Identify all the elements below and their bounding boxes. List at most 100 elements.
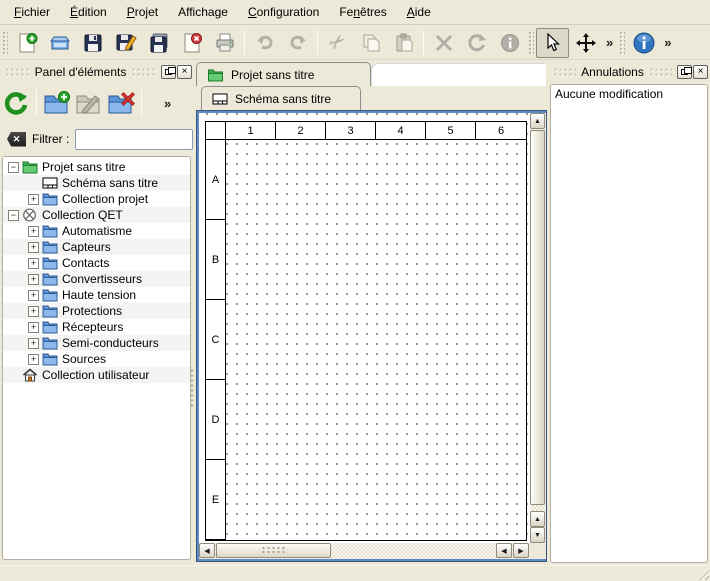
menu-affichage[interactable]: Affichage bbox=[168, 2, 238, 22]
vertical-scrollbar[interactable]: ▲ ▲ ▼ bbox=[530, 113, 546, 543]
scroll-up-button[interactable]: ▲ bbox=[530, 113, 545, 129]
delete-button[interactable] bbox=[427, 28, 460, 58]
menu-configuration[interactable]: Configuration bbox=[238, 2, 329, 22]
undo-panel-titlebar: Annulations × bbox=[548, 62, 710, 82]
toolbar-drag-handle[interactable] bbox=[619, 31, 625, 55]
clear-filter-icon[interactable]: ✕ bbox=[7, 132, 26, 147]
expand-expander-icon[interactable]: + bbox=[28, 194, 39, 205]
tree-item-convertisseurs[interactable]: + Convertisseurs bbox=[3, 271, 190, 287]
save-all-button[interactable] bbox=[142, 28, 175, 58]
horizontal-scrollbar[interactable]: ◀ ◀ ▶ bbox=[199, 543, 530, 559]
scroll-up-button[interactable]: ▲ bbox=[530, 511, 545, 527]
expand-expander-icon[interactable]: + bbox=[28, 226, 39, 237]
float-panel-button[interactable] bbox=[161, 65, 176, 79]
select-tool-button[interactable] bbox=[536, 28, 569, 58]
project-tab-label: Projet sans titre bbox=[231, 68, 314, 82]
expand-expander-icon[interactable]: + bbox=[28, 290, 39, 301]
horizontal-scrollbar-thumb[interactable] bbox=[216, 543, 331, 558]
scroll-down-button[interactable]: ▼ bbox=[530, 527, 545, 543]
diagram-focus-frame: 1 2 3 4 5 6 A B C D E ▲ ▲ ▼ bbox=[197, 111, 546, 561]
expand-expander-icon[interactable]: + bbox=[28, 338, 39, 349]
qet-collection-icon bbox=[22, 208, 39, 222]
tree-item-haute-tension[interactable]: + Haute tension bbox=[3, 287, 190, 303]
column-header: 1 bbox=[226, 122, 276, 140]
toolbar-overflow-chevron[interactable]: » bbox=[602, 35, 617, 50]
close-panel-button[interactable]: × bbox=[177, 65, 192, 79]
tree-item-semi-conducteurs[interactable]: + Semi-conducteurs bbox=[3, 335, 190, 351]
undo-button[interactable] bbox=[248, 28, 281, 58]
diagram-canvas[interactable]: 1 2 3 4 5 6 A B C D E bbox=[199, 113, 530, 543]
reload-collections-button[interactable] bbox=[0, 87, 32, 119]
properties-button[interactable] bbox=[493, 28, 526, 58]
main-toolbar: ✂ bbox=[0, 26, 710, 60]
close-document-button[interactable] bbox=[175, 28, 208, 58]
panel-splitter-handle[interactable] bbox=[190, 368, 195, 408]
tab-schema-sans-titre[interactable]: Schéma sans titre bbox=[201, 86, 361, 110]
folder-pencil-icon bbox=[75, 90, 103, 116]
expand-expander-icon[interactable]: + bbox=[28, 354, 39, 365]
menu-fenetres[interactable]: Fenêtres bbox=[329, 2, 396, 22]
elements-toolbar-overflow-chevron[interactable]: » bbox=[160, 96, 175, 111]
save-button[interactable] bbox=[76, 28, 109, 58]
close-panel-button[interactable]: × bbox=[693, 65, 708, 79]
expand-expander-icon[interactable]: + bbox=[28, 274, 39, 285]
tree-item-capteurs[interactable]: + Capteurs bbox=[3, 239, 190, 255]
scroll-left-button[interactable]: ◀ bbox=[496, 543, 512, 558]
float-panel-button[interactable] bbox=[677, 65, 692, 79]
about-info-button[interactable] bbox=[627, 28, 660, 58]
tree-item-contacts[interactable]: + Contacts bbox=[3, 255, 190, 271]
save-as-button[interactable] bbox=[109, 28, 142, 58]
collapse-expander-icon[interactable]: − bbox=[8, 210, 19, 221]
filter-input[interactable] bbox=[75, 129, 193, 150]
cut-button[interactable]: ✂ bbox=[321, 28, 354, 58]
vertical-scrollbar-thumb[interactable] bbox=[530, 130, 545, 505]
tree-item-sources[interactable]: + Sources bbox=[3, 351, 190, 367]
scroll-left-button[interactable]: ◀ bbox=[199, 543, 215, 558]
toolbar-drag-handle[interactable] bbox=[2, 31, 8, 55]
tree-item-collection-utilisateur[interactable]: Collection utilisateur bbox=[3, 367, 190, 383]
rotate-button[interactable] bbox=[460, 28, 493, 58]
redo-button[interactable] bbox=[281, 28, 314, 58]
save-all-icon bbox=[148, 32, 170, 54]
menu-projet[interactable]: Projet bbox=[117, 2, 168, 22]
scroll-right-button[interactable]: ▶ bbox=[513, 543, 529, 558]
expand-expander-icon[interactable]: + bbox=[28, 322, 39, 333]
blue-folder-icon bbox=[42, 224, 59, 238]
tree-item-protections[interactable]: + Protections bbox=[3, 303, 190, 319]
tree-item-collection-projet[interactable]: + Collection projet bbox=[3, 191, 190, 207]
tree-item-recepteurs[interactable]: + Récepteurs bbox=[3, 319, 190, 335]
print-button[interactable] bbox=[208, 28, 241, 58]
column-header: 4 bbox=[376, 122, 426, 140]
edit-category-button[interactable] bbox=[73, 87, 105, 119]
menu-aide[interactable]: Aide bbox=[397, 2, 441, 22]
restore-icon bbox=[165, 69, 172, 75]
application-window: Fichier Édition Projet Affichage Configu… bbox=[0, 0, 710, 581]
tree-item-project[interactable]: − Projet sans titre bbox=[3, 159, 190, 175]
titlebar-texture bbox=[131, 67, 156, 77]
expand-expander-icon[interactable]: + bbox=[28, 306, 39, 317]
blue-folder-icon bbox=[42, 336, 59, 350]
titlebar-texture bbox=[553, 67, 576, 77]
menu-edition[interactable]: Édition bbox=[60, 2, 117, 22]
move-tool-button[interactable] bbox=[569, 28, 602, 58]
arrow-right-icon: ▶ bbox=[518, 547, 523, 555]
tree-item-schema[interactable]: Schéma sans titre bbox=[3, 175, 190, 191]
delete-category-button[interactable] bbox=[105, 87, 137, 119]
paste-button[interactable] bbox=[387, 28, 420, 58]
expand-expander-icon[interactable]: + bbox=[28, 258, 39, 269]
collapse-expander-icon[interactable]: − bbox=[8, 162, 19, 173]
toolbar-drag-handle[interactable] bbox=[528, 31, 534, 55]
new-category-button[interactable] bbox=[41, 87, 73, 119]
undo-list-item[interactable]: Aucune modification bbox=[553, 86, 705, 102]
toolbar-overflow-chevron[interactable]: » bbox=[660, 35, 675, 50]
resize-grip[interactable] bbox=[696, 567, 709, 580]
copy-button[interactable] bbox=[354, 28, 387, 58]
tree-item-automatisme[interactable]: + Automatisme bbox=[3, 223, 190, 239]
diagram-title-frame: 1 2 3 4 5 6 A B C D E bbox=[205, 121, 527, 541]
expand-expander-icon[interactable]: + bbox=[28, 242, 39, 253]
new-document-button[interactable] bbox=[10, 28, 43, 58]
tree-item-collection-qet[interactable]: − Collection QET bbox=[3, 207, 190, 223]
menu-fichier[interactable]: Fichier bbox=[4, 2, 60, 22]
tab-projet-sans-titre[interactable]: Projet sans titre bbox=[196, 62, 371, 86]
open-project-button[interactable] bbox=[43, 28, 76, 58]
